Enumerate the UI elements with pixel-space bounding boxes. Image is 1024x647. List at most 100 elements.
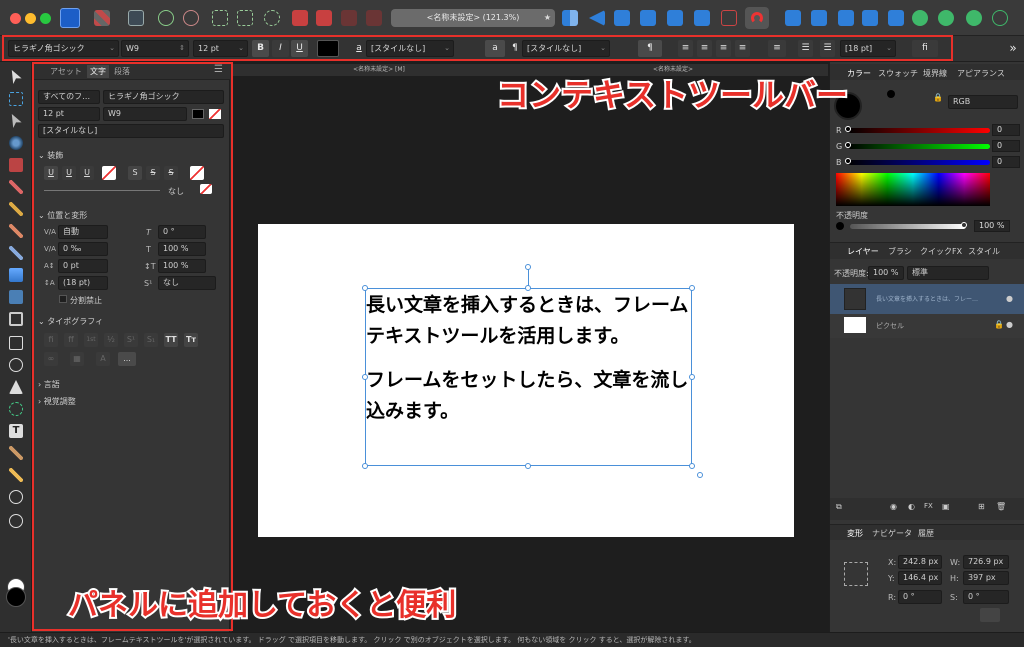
crop-tool-icon[interactable]: [9, 312, 23, 326]
toolbar-overflow-button[interactable]: »: [1006, 40, 1020, 57]
flip-vertical-icon[interactable]: [589, 10, 605, 26]
frame-handle-tr[interactable]: [689, 285, 695, 291]
layer-visible-icon[interactable]: ●: [1006, 320, 1013, 329]
blue-value[interactable]: 0: [992, 156, 1020, 168]
transform-origin-button[interactable]: [980, 608, 1000, 622]
green-slider[interactable]: [848, 144, 990, 149]
tab-swatches[interactable]: スウォッチ: [878, 68, 918, 79]
frame-text-content[interactable]: 長い文章を挿入するときは、フレームテキストツールを活用します。 フレームをセット…: [366, 290, 690, 440]
tab-color[interactable]: カラー: [847, 68, 871, 79]
delete-layer-icon[interactable]: 🗑: [996, 502, 1006, 511]
user-account-icon[interactable]: [992, 10, 1008, 26]
align-top-icon[interactable]: [694, 10, 710, 26]
crop-icon[interactable]: [721, 10, 737, 26]
align-left-icon[interactable]: [614, 10, 630, 26]
layer-lock-icon[interactable]: 🔒: [994, 320, 1004, 329]
select-inside-icon[interactable]: [237, 10, 253, 26]
y-position-input[interactable]: 146.4 px: [898, 571, 942, 585]
triangle-tool-icon[interactable]: [9, 380, 23, 394]
shape-tool-icon[interactable]: [9, 402, 23, 416]
height-input[interactable]: 397 px: [963, 571, 1009, 585]
layer-row-pixel[interactable]: ピクセル 🔒 ●: [830, 314, 1024, 338]
fx-icon[interactable]: FX: [924, 502, 933, 510]
bool-intersect-icon[interactable]: [838, 10, 854, 26]
select-ring-icon[interactable]: [264, 10, 280, 26]
image-place-tool-icon[interactable]: [9, 290, 23, 304]
red-value[interactable]: 0: [992, 124, 1020, 136]
blend-mode-select[interactable]: 標準: [907, 266, 989, 280]
assistant-icon[interactable]: [912, 10, 928, 26]
fill-color-swatch[interactable]: [6, 587, 26, 607]
document-tab-left[interactable]: <名称未設定> [M]: [349, 64, 409, 76]
layer-row-text[interactable]: 長い文章を挿入するときは、フレー… ●: [830, 284, 1024, 314]
pie-icon[interactable]: [966, 10, 982, 26]
frame-handle-right[interactable]: [689, 374, 695, 380]
artboard-tool-icon[interactable]: [9, 92, 23, 106]
zoom-window-button[interactable]: [40, 13, 51, 24]
tab-history[interactable]: 履歴: [918, 528, 934, 539]
red-slider[interactable]: [848, 128, 990, 133]
frame-handle-left[interactable]: [362, 374, 368, 380]
bool-xor-icon[interactable]: [862, 10, 878, 26]
tab-styles[interactable]: スタイル: [968, 246, 1000, 257]
green-value[interactable]: 0: [992, 140, 1020, 152]
transparency-tool-icon[interactable]: [9, 268, 23, 282]
add-layer-icon[interactable]: ⊞: [978, 502, 985, 511]
frame-handle-bottom[interactable]: [525, 463, 531, 469]
move-tool-icon[interactable]: [11, 70, 22, 84]
bool-add-icon[interactable]: [785, 10, 801, 26]
mask-icon[interactable]: ◉: [890, 502, 897, 511]
layer-opacity-input[interactable]: 100 %: [868, 266, 904, 280]
close-window-button[interactable]: [10, 13, 21, 24]
align-center-icon[interactable]: [640, 10, 656, 26]
view-tool-icon[interactable]: [9, 514, 23, 528]
tab-layers[interactable]: レイヤー: [847, 246, 879, 257]
node-tool-icon[interactable]: [11, 114, 22, 128]
blue-slider-knob[interactable]: [845, 158, 851, 164]
tab-quickfx[interactable]: クイックFX: [920, 246, 962, 257]
frame-handle-bl[interactable]: [362, 463, 368, 469]
opacity-value[interactable]: 100 %: [974, 220, 1010, 232]
red-slider-knob[interactable]: [845, 126, 851, 132]
secondary-color-dot[interactable]: [887, 90, 895, 98]
snap-settings-icon[interactable]: [183, 10, 199, 26]
pen-tool-icon[interactable]: [9, 180, 23, 194]
arrange-forward-icon[interactable]: [341, 10, 357, 26]
brush-tool-icon[interactable]: [9, 224, 23, 238]
arrange-icon[interactable]: [292, 10, 308, 26]
x-position-input[interactable]: 242.8 px: [898, 555, 942, 569]
fill-tool-icon[interactable]: [9, 246, 23, 260]
layer-visible-icon[interactable]: ●: [1006, 294, 1013, 303]
blue-slider[interactable]: [848, 160, 990, 165]
adjustment-icon[interactable]: ◐: [908, 502, 915, 511]
frame-handle-tl[interactable]: [362, 285, 368, 291]
corner-tool-icon[interactable]: [9, 158, 23, 172]
flip-horizontal-icon[interactable]: [562, 10, 578, 26]
gear-settings-icon[interactable]: [158, 10, 174, 26]
frame-handle-top[interactable]: [525, 285, 531, 291]
color-picker-tool-icon[interactable]: [9, 446, 23, 460]
pencil-tool-icon[interactable]: [9, 202, 23, 216]
color-mode-select[interactable]: RGB: [948, 95, 1018, 109]
width-input[interactable]: 726.9 px: [963, 555, 1009, 569]
zoom-tool-icon[interactable]: [9, 490, 23, 504]
persona-grid-icon[interactable]: [94, 10, 110, 26]
lock-icon[interactable]: 🔒: [933, 93, 943, 102]
frame-text-tool-icon[interactable]: T: [9, 424, 23, 438]
rotation-input[interactable]: 0 °: [898, 590, 942, 604]
tab-brushes[interactable]: ブラシ: [888, 246, 912, 257]
tab-stroke[interactable]: 境界線: [923, 68, 947, 79]
contour-tool-icon[interactable]: [9, 136, 23, 150]
bool-divide-icon[interactable]: [888, 10, 904, 26]
document-title[interactable]: <名称未設定> (121.3%) ★: [391, 9, 555, 27]
layer-options-icon[interactable]: ⧉: [836, 502, 842, 512]
bool-subtract-icon[interactable]: [811, 10, 827, 26]
group-icon[interactable]: ▣: [942, 502, 950, 511]
arrange-front-icon[interactable]: [366, 10, 382, 26]
minimize-window-button[interactable]: [25, 13, 36, 24]
color-panel-icon[interactable]: [938, 10, 954, 26]
shear-transform-input[interactable]: 0 °: [963, 590, 1009, 604]
measure-tool-icon[interactable]: [9, 468, 23, 482]
arrange-back-icon[interactable]: [316, 10, 332, 26]
opacity-slider[interactable]: [850, 224, 966, 229]
